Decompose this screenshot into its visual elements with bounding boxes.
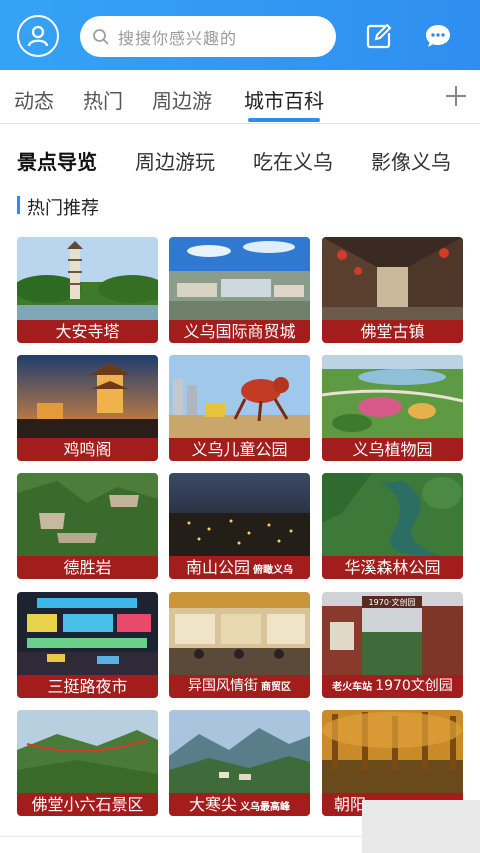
tile-label: 义乌国际商贸城 <box>169 320 310 343</box>
add-tab-button[interactable] <box>445 85 467 107</box>
tile-image <box>169 237 310 320</box>
photo-sign-1970: 1970·文创园 <box>369 597 416 607</box>
tile-botanical-garden[interactable]: 义乌植物园 <box>322 355 463 461</box>
tile-label: 异国风情街 商贸区 <box>169 675 310 698</box>
top-tab-bar: 动态 热门 周边游 城市百科 <box>0 70 480 124</box>
tile-label: 大寒尖 义乌最高峰 <box>169 793 310 816</box>
tab-dynamic[interactable]: 动态 <box>14 85 54 114</box>
tile-label: 大安寺塔 <box>17 320 158 343</box>
tile-desheng-rock[interactable]: 德胜岩 <box>17 473 158 579</box>
tile-image: 1970·文创园 <box>322 592 463 675</box>
overlay-block <box>362 800 480 853</box>
subtab-nearby-fun[interactable]: 周边游玩 <box>135 146 215 175</box>
tile-image <box>17 710 158 793</box>
tile-label-tag: 义乌最高峰 <box>240 802 290 813</box>
user-avatar-button[interactable] <box>17 15 59 57</box>
tile-santing-road-night-market[interactable]: 三挺路夜市 <box>17 592 158 698</box>
tile-image <box>169 473 310 556</box>
tile-image <box>169 592 310 675</box>
tile-label-tag: 俯瞰义乌 <box>253 565 293 576</box>
tile-image <box>17 355 158 438</box>
active-tab-indicator <box>248 118 320 122</box>
tile-daan-pagoda[interactable]: 大安寺塔 <box>17 237 158 343</box>
tile-image <box>17 473 158 556</box>
tile-fotang-old-town[interactable]: 佛堂古镇 <box>322 237 463 343</box>
subtab-images[interactable]: 影像义乌 <box>371 146 451 175</box>
tile-label: 华溪森林公园 <box>322 556 463 579</box>
user-icon <box>27 25 49 47</box>
tile-label-text: 大寒尖 <box>188 795 237 814</box>
search-icon <box>93 28 109 45</box>
tile-childrens-park[interactable]: 义乌儿童公园 <box>169 355 310 461</box>
app-header: 搜搜你感兴趣的 <box>0 0 480 70</box>
tile-label-prefix: 老火车站 <box>332 682 373 693</box>
tab-nearby-travel[interactable]: 周边游 <box>152 85 212 114</box>
tile-exotic-street[interactable]: 异国风情街 商贸区 <box>169 592 310 698</box>
search-input[interactable]: 搜搜你感兴趣的 <box>80 16 336 57</box>
tile-label: 南山公园 俯瞰义乌 <box>169 556 310 579</box>
tile-label: 佛堂古镇 <box>322 320 463 343</box>
tile-jiming-pavilion[interactable]: 鸡鸣阁 <box>17 355 158 461</box>
tile-label-tag: 商贸区 <box>261 682 291 693</box>
tile-label: 义乌植物园 <box>322 438 463 461</box>
tile-image <box>322 355 463 438</box>
tab-hot[interactable]: 热门 <box>83 85 123 114</box>
tile-international-trade-city[interactable]: 义乌国际商贸城 <box>169 237 310 343</box>
tile-1970-creative-park[interactable]: 1970·文创园 老火车站 1970文创园 <box>322 592 463 698</box>
edit-button[interactable] <box>366 23 392 49</box>
tile-fotang-xiaoliushi[interactable]: 佛堂小六石景区 <box>17 710 158 816</box>
search-placeholder: 搜搜你感兴趣的 <box>118 28 238 48</box>
tile-image <box>322 473 463 556</box>
tile-label-text: 异国风情街 <box>188 678 258 694</box>
tile-label: 老火车站 1970文创园 <box>322 675 463 698</box>
plus-icon <box>446 86 466 106</box>
tile-label: 佛堂小六石景区 <box>17 793 158 816</box>
subtab-attractions[interactable]: 景点导览 <box>17 146 97 175</box>
section-title: 热门推荐 <box>27 198 99 219</box>
tile-label: 义乌儿童公园 <box>169 438 310 461</box>
subtab-food[interactable]: 吃在义乌 <box>253 146 333 175</box>
tile-image <box>322 237 463 320</box>
tile-label: 德胜岩 <box>17 556 158 579</box>
tile-image <box>169 355 310 438</box>
edit-icon <box>366 23 392 49</box>
tile-image <box>322 710 463 793</box>
tile-huaxi-forest-park[interactable]: 华溪森林公园 <box>322 473 463 579</box>
tile-image <box>169 710 310 793</box>
tile-label: 三挺路夜市 <box>17 675 158 698</box>
tile-label-text: 南山公园 <box>185 558 250 577</box>
tile-image <box>17 237 158 320</box>
tab-city-wiki[interactable]: 城市百科 <box>244 85 324 114</box>
chat-icon <box>426 25 450 47</box>
tile-nanshan-park[interactable]: 南山公园 俯瞰义乌 <box>169 473 310 579</box>
section-accent-bar <box>17 196 20 214</box>
tile-image <box>17 592 158 675</box>
tile-dahanjian[interactable]: 大寒尖 义乌最高峰 <box>169 710 310 816</box>
tile-label: 鸡鸣阁 <box>17 438 158 461</box>
message-button[interactable] <box>424 22 452 50</box>
tile-label-text: 1970文创园 <box>375 678 453 694</box>
